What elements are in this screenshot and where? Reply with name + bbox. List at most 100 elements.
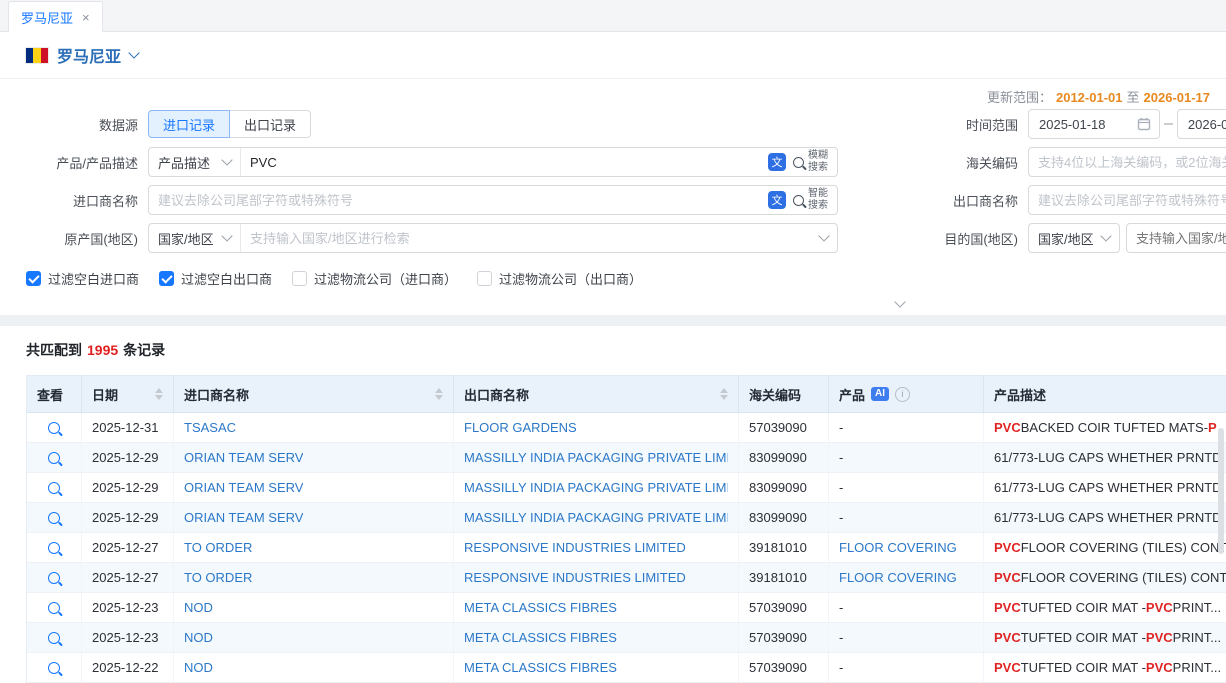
exporter-link[interactable]: RESPONSIVE INDUSTRIES LIMITED [464,570,686,585]
date-end-input[interactable] [1186,116,1226,133]
column-header-importer[interactable]: 进口商名称 [174,375,454,413]
date-end-field[interactable] [1177,109,1226,139]
view-detail-icon[interactable] [48,542,60,554]
sort-icons[interactable] [714,388,728,400]
importer-link[interactable]: TO ORDER [184,570,252,585]
importer-link[interactable]: TSASAC [184,420,236,435]
filter-checkbox-3[interactable]: 过滤物流公司（出口商） [477,269,642,288]
info-icon[interactable]: i [895,387,910,402]
view-detail-icon[interactable] [48,422,60,434]
exporter-link[interactable]: MASSILLY INDIA PACKAGING PRIVATE LIMI... [464,450,728,465]
column-header-exporter[interactable]: 出口商名称 [454,375,739,413]
column-header-date[interactable]: 日期 [82,375,174,413]
product-link[interactable]: FLOOR COVERING [839,570,957,585]
smart-search-label: 智能 搜索 [808,188,828,212]
column-label: 日期 [92,385,118,404]
importer-link[interactable]: NOD [184,630,213,645]
importer-link[interactable]: ORIAN TEAM SERV [184,480,303,495]
importer-link[interactable]: NOD [184,600,213,615]
desc-text: 61/773-LUG CAPS WHETHER PRNTD... [994,480,1226,495]
view-detail-icon[interactable] [48,632,60,644]
exporter-search-input[interactable] [1028,185,1226,215]
exporter-link[interactable]: META CLASSICS FIBRES [464,660,617,675]
sort-desc-icon[interactable] [155,395,163,400]
product-link[interactable]: FLOOR COVERING [839,540,957,555]
chevron-down-icon[interactable] [818,230,829,241]
collapse-filters-chevron[interactable] [896,293,904,311]
column-label: 进口商名称 [184,385,249,404]
column-label: 海关编码 [749,385,801,404]
view-detail-icon[interactable] [48,662,60,674]
exporter-link[interactable]: META CLASSICS FIBRES [464,600,617,615]
desc-text: PVC [994,570,1021,585]
checkbox-checked-icon[interactable] [159,271,174,286]
date-cell: 2025-12-31 [82,413,174,443]
exporter-link[interactable]: FLOOR GARDENS [464,420,577,435]
sort-asc-icon[interactable] [720,388,728,393]
section-divider [0,315,1226,326]
sort-asc-icon[interactable] [435,388,443,393]
sort-asc-icon[interactable] [155,388,163,393]
view-detail-icon[interactable] [48,482,60,494]
product-cell: FLOOR COVERING [829,563,984,593]
close-icon[interactable]: × [82,11,90,24]
chevron-down-icon[interactable] [128,47,139,58]
tab-title: 罗马尼亚 [21,8,73,27]
vertical-scrollbar[interactable] [1218,428,1224,554]
translate-icon[interactable]: 文 [768,153,786,171]
tab-romania[interactable]: 罗马尼亚 × [8,1,103,32]
date-start-input[interactable] [1037,116,1131,133]
translate-icon[interactable]: 文 [768,191,786,209]
importer-link[interactable]: ORIAN TEAM SERV [184,450,303,465]
view-detail-icon[interactable] [48,512,60,524]
checkbox-unchecked-icon[interactable] [477,271,492,286]
view-detail-icon[interactable] [48,572,60,584]
origin-field: 国家/地区 [148,223,838,253]
importer-link[interactable]: NOD [184,660,213,675]
table-header: 查看日期进口商名称出口商名称海关编码产品AIi产品描述 [27,375,1226,413]
desc-text: PRINT... [1173,630,1221,645]
desc-cell: PVC TUFTED COIR MAT - PVC PRINT... [984,593,1226,623]
checkbox-checked-icon[interactable] [26,271,41,286]
filter-checkbox-2[interactable]: 过滤物流公司（进口商） [292,269,457,288]
result-count: 1995 [87,342,118,358]
sort-desc-icon[interactable] [720,395,728,400]
tab-export-records[interactable]: 出口记录 [229,110,311,138]
exporter-link[interactable]: MASSILLY INDIA PACKAGING PRIVATE LIMI... [464,480,728,495]
filter-checkbox-0[interactable]: 过滤空白进口商 [26,269,139,288]
fuzzy-search-button[interactable]: 模糊 搜索 [793,150,828,174]
filter-checkbox-row: 过滤空白进口商 过滤空白出口商 过滤物流公司（进口商） 过滤物流公司（出口商） [26,267,1226,289]
filter-checkbox-1[interactable]: 过滤空白出口商 [159,269,272,288]
view-detail-icon[interactable] [48,602,60,614]
origin-search-input[interactable] [241,231,811,246]
desc-text: FLOOR COVERING (TILES) CONT... [1021,540,1226,555]
sort-icons[interactable] [149,388,163,400]
view-detail-icon[interactable] [48,452,60,464]
sort-desc-icon[interactable] [435,395,443,400]
desc-text: 61/773-LUG CAPS WHETHER PRNTD... [994,510,1226,525]
date-cell: 2025-12-29 [82,443,174,473]
tab-import-records[interactable]: 进口记录 [148,110,230,138]
importer-cell: ORIAN TEAM SERV [174,473,454,503]
desc-text: PRINT... [1173,660,1221,675]
hs-cell: 83099090 [739,503,829,533]
smart-search-button[interactable]: 智能 搜索 [793,188,828,212]
destination-type-select[interactable]: 国家/地区 [1028,223,1120,253]
date-start-field[interactable] [1028,109,1160,139]
view-cell [27,623,82,653]
importer-cell: ORIAN TEAM SERV [174,443,454,473]
importer-link[interactable]: TO ORDER [184,540,252,555]
product-type-select[interactable]: 产品描述 [149,148,241,176]
sort-icons[interactable] [429,388,443,400]
result-summary: 共匹配到1995条记录 [26,340,1226,360]
origin-type-select[interactable]: 国家/地区 [149,224,241,252]
checkbox-unchecked-icon[interactable] [292,271,307,286]
exporter-link[interactable]: RESPONSIVE INDUSTRIES LIMITED [464,540,686,555]
importer-link[interactable]: ORIAN TEAM SERV [184,510,303,525]
importer-search-input[interactable] [149,193,759,208]
exporter-link[interactable]: META CLASSICS FIBRES [464,630,617,645]
exporter-link[interactable]: MASSILLY INDIA PACKAGING PRIVATE LIMI... [464,510,728,525]
destination-search-input[interactable] [1126,223,1226,253]
hs-code-input[interactable] [1028,147,1226,177]
product-search-input[interactable] [241,155,759,170]
